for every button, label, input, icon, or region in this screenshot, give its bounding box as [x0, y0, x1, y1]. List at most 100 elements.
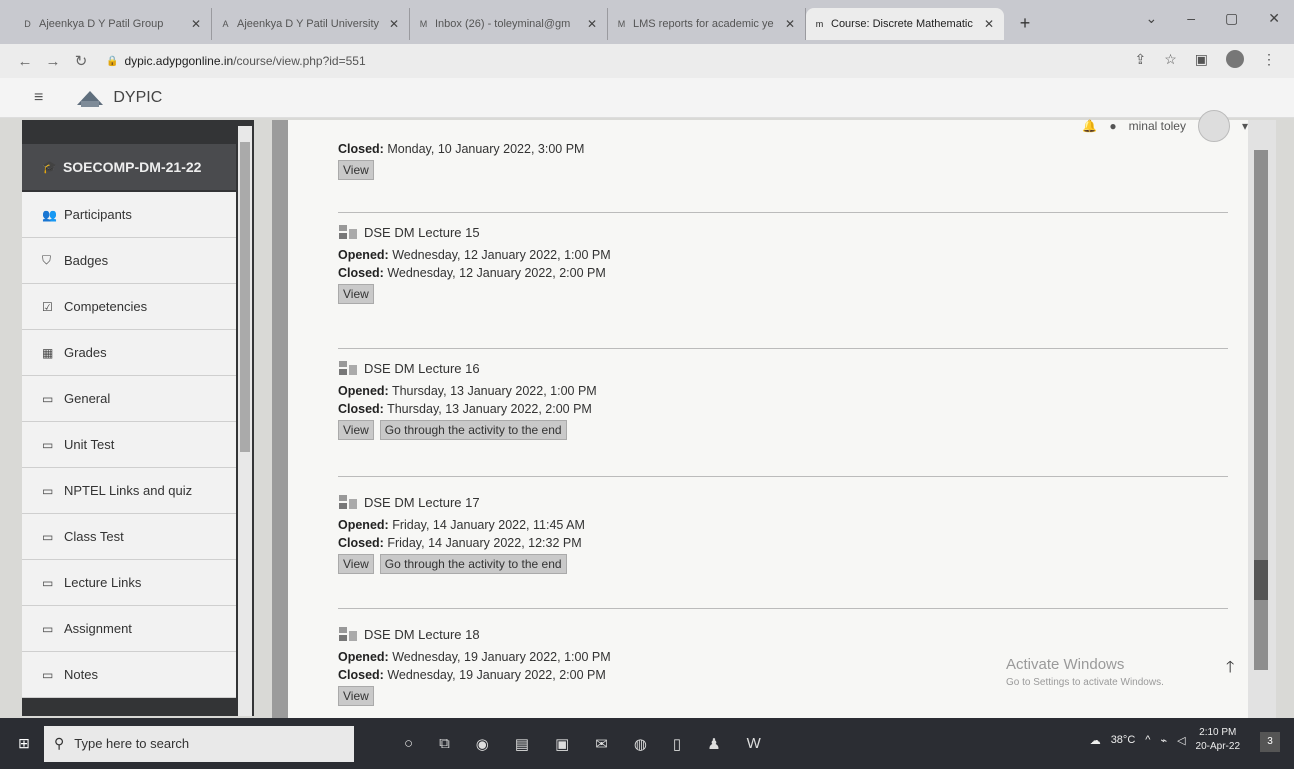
mail-icon[interactable]: ✉	[595, 735, 608, 753]
sidebar-item-general[interactable]: ▭ General	[22, 376, 236, 422]
activity-closed: Closed: Friday, 14 January 2022, 12:32 P…	[338, 536, 582, 550]
hamburger-icon[interactable]: ≡	[34, 89, 43, 107]
sidebar-item-label: Notes	[64, 667, 98, 682]
reload-icon[interactable]: ↻	[70, 52, 92, 70]
back-to-top-icon[interactable]: 🡑	[1226, 656, 1234, 683]
search-icon: ⚲	[54, 735, 65, 751]
shield-icon: ⛉	[42, 253, 52, 267]
sidebar-item-competencies[interactable]: ☑ Competencies	[22, 284, 236, 330]
store-icon[interactable]: ▤	[515, 735, 529, 753]
tab-label: Course: Discrete Mathematic	[831, 18, 973, 30]
close-window-icon[interactable]: ✕	[1268, 10, 1280, 27]
activity-title[interactable]: DSE DM Lecture 15	[338, 224, 1228, 240]
course-content: Closed: Monday, 10 January 2022, 3:00 PM…	[288, 120, 1248, 718]
sidebar-item-label: Badges	[64, 253, 109, 268]
windows-start-icon[interactable]: ⊞	[4, 735, 44, 752]
url-field[interactable]: 🔒 dypic.adypgonline.in /course/view.php?…	[106, 54, 366, 68]
activity-title[interactable]: DSE DM Lecture 18	[338, 626, 1228, 642]
sidebar-item-unit-test[interactable]: ▭ Unit Test	[22, 422, 236, 468]
watermark-subtitle: Go to Settings to activate Windows.	[1006, 677, 1164, 688]
edge-icon[interactable]: ◉	[476, 735, 489, 753]
sidebar-item-label: General	[64, 391, 111, 406]
folder-icon: ▭	[42, 529, 54, 544]
site-brand[interactable]: DYPIC	[113, 89, 162, 107]
browser-tab[interactable]: M LMS reports for academic ye ✕	[608, 8, 806, 40]
temperature[interactable]: 38°C	[1111, 734, 1136, 746]
teams-icon[interactable]: ♟	[707, 735, 720, 753]
maximize-icon[interactable]: ▢	[1225, 10, 1238, 27]
sidebar-item-badges[interactable]: ⛉ Badges	[22, 238, 236, 284]
browser-tab[interactable]: D Ajeenkya D Y Patil Group ✕	[14, 8, 212, 40]
chrome-icon[interactable]: ◍	[634, 735, 647, 753]
activate-windows-watermark: Activate Windows Go to Settings to activ…	[1006, 656, 1164, 688]
sidebar-item-notes[interactable]: ▭ Notes	[22, 652, 236, 698]
search-placeholder: Type here to search	[74, 736, 190, 751]
course-sidebar: 🎓 SOECOMP-DM-21-22 👥 Participants ⛉ Badg…	[22, 120, 254, 716]
folder-icon: ▭	[42, 667, 54, 682]
profile-avatar[interactable]	[1226, 50, 1244, 68]
minimize-icon[interactable]: –	[1187, 10, 1195, 27]
view-button[interactable]: View	[338, 284, 374, 304]
close-icon[interactable]: ✕	[982, 17, 996, 31]
close-icon[interactable]: ✕	[387, 17, 401, 31]
system-tray: ☁ 38°C ^ ⌁ ◁ 2:10 PM 20-Apr-22	[1090, 726, 1240, 754]
browser-tab[interactable]: M Inbox (26) - toleyminal@gm ✕	[410, 8, 608, 40]
view-button[interactable]: View	[338, 420, 374, 440]
taskbar-search-input[interactable]: ⚲ Type here to search	[44, 725, 354, 762]
sidebar-item-grades[interactable]: ▦ Grades	[22, 330, 236, 376]
star-icon[interactable]: ☆	[1164, 51, 1177, 68]
sidebar-item-label: Participants	[64, 207, 132, 222]
user-name[interactable]: minal toley	[1129, 119, 1186, 133]
new-tab-button[interactable]: +	[1010, 8, 1040, 38]
folder-icon: ▭	[42, 621, 54, 636]
weather-icon[interactable]: ☁	[1090, 734, 1101, 747]
sidebar-item-class-test[interactable]: ▭ Class Test	[22, 514, 236, 560]
word-icon[interactable]: W	[747, 735, 761, 752]
clock[interactable]: 2:10 PM 20-Apr-22	[1196, 726, 1240, 754]
completion-button[interactable]: Go through the activity to the end	[379, 554, 567, 574]
completion-button[interactable]: Go through the activity to the end	[379, 420, 567, 440]
page-scrollbar[interactable]	[1248, 120, 1276, 720]
scrollbar-thumb[interactable]	[240, 142, 250, 452]
message-icon[interactable]: ●	[1109, 119, 1116, 133]
tab-favicon: M	[617, 18, 626, 29]
close-icon[interactable]: ✕	[585, 17, 599, 31]
activity-title[interactable]: DSE DM Lecture 16	[338, 360, 1228, 376]
sidebar-course-link[interactable]: 🎓 SOECOMP-DM-21-22	[22, 144, 236, 190]
network-icon[interactable]: ⌁	[1160, 734, 1167, 747]
app-icon[interactable]: ▯	[673, 735, 681, 753]
share-icon[interactable]: ⇪	[1134, 51, 1146, 68]
browser-tab-active[interactable]: m Course: Discrete Mathematic ✕	[806, 8, 1004, 40]
volume-icon[interactable]: ◁	[1177, 734, 1185, 747]
forward-icon[interactable]: →	[42, 53, 64, 70]
sidebar-item-nptel[interactable]: ▭ NPTEL Links and quiz	[22, 468, 236, 514]
view-button[interactable]: View	[338, 686, 374, 706]
sidebar-item-participants[interactable]: 👥 Participants	[22, 192, 236, 238]
sidebar-item-assignment[interactable]: ▭ Assignment	[22, 606, 236, 652]
task-view-icon[interactable]: ⧉	[439, 735, 450, 752]
clock-date: 20-Apr-22	[1195, 741, 1240, 752]
view-button[interactable]: View	[338, 160, 374, 180]
sidebar-icon[interactable]: ▣	[1195, 51, 1208, 68]
avatar[interactable]	[1197, 110, 1230, 142]
sidebar-item-label: Grades	[64, 345, 107, 360]
close-icon[interactable]: ✕	[189, 17, 203, 31]
briefcase-icon[interactable]: ▣	[555, 735, 569, 753]
back-icon[interactable]: ←	[14, 53, 36, 70]
tab-label: Ajeenkya D Y Patil University	[237, 18, 380, 30]
user-menu: 🔔 ● minal toley ▾	[1082, 110, 1248, 142]
sidebar-scrollbar[interactable]	[238, 126, 252, 716]
chevron-up-icon[interactable]: ^	[1145, 734, 1150, 746]
activity-closed: Closed: Monday, 10 January 2022, 3:00 PM	[338, 142, 585, 156]
bell-icon[interactable]: 🔔	[1082, 119, 1097, 133]
view-button[interactable]: View	[338, 554, 374, 574]
sidebar-item-lecture-links[interactable]: ▭ Lecture Links	[22, 560, 236, 606]
activity-title[interactable]: DSE DM Lecture 17	[338, 494, 1228, 510]
notification-badge[interactable]: 3	[1260, 732, 1280, 752]
taskbar-apps: ○ ⧉ ◉ ▤ ▣ ✉ ◍ ▯ ♟ W	[404, 735, 761, 753]
close-icon[interactable]: ✕	[783, 17, 797, 31]
browser-tab[interactable]: A Ajeenkya D Y Patil University ✕	[212, 8, 410, 40]
chevron-down-icon[interactable]: ⌄	[1146, 10, 1158, 27]
cortana-icon[interactable]: ○	[404, 735, 413, 752]
menu-dots-icon[interactable]: ⋮	[1262, 51, 1276, 68]
